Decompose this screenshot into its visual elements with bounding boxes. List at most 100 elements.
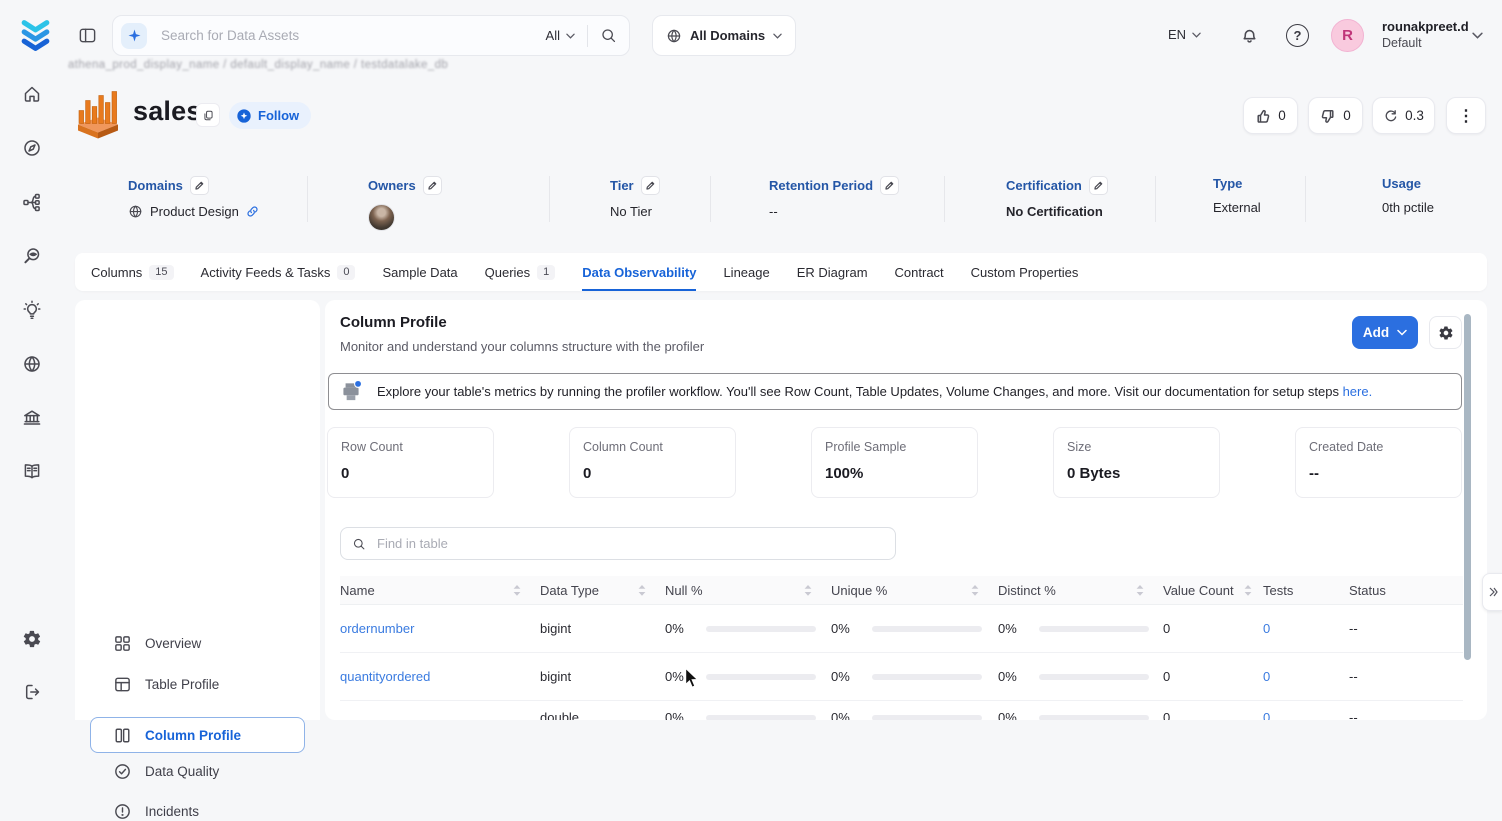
unique-pct-bar [872,715,982,721]
metadata-retention: Retention Period -- [769,176,899,219]
unique-pct: 0% [831,710,850,720]
chevron-down-icon [1192,32,1201,38]
sidebar-toggle-icon[interactable] [78,26,97,45]
divider [1155,176,1156,222]
header-null-pct[interactable]: Null % [660,576,826,604]
tab-sample-data[interactable]: Sample Data [382,253,457,291]
menu-incidents[interactable]: Incidents [113,802,199,821]
page-title: sales [133,96,202,127]
edit-tier-button[interactable] [641,176,660,195]
logout-icon[interactable] [22,682,42,702]
search-input[interactable] [159,27,546,44]
profiler-settings-button[interactable] [1429,316,1462,349]
metadata-owners: Owners [368,176,442,231]
explore-compass-icon[interactable] [22,138,42,158]
tab-data-observability[interactable]: Data Observability [582,253,696,291]
null-pct-bar [706,715,816,721]
insights-lightbulb-icon[interactable] [22,300,42,320]
edit-certification-button[interactable] [1089,176,1108,195]
governance-bank-icon[interactable] [22,408,42,428]
find-in-table-input[interactable] [375,535,884,552]
tab-contract[interactable]: Contract [895,253,944,291]
profiler-side-menu: Overview Table Profile Column Profile Da… [75,300,320,720]
null-pct: 0% [665,669,684,684]
help-icon[interactable]: ? [1286,24,1309,47]
menu-data-quality[interactable]: Data Quality [113,762,219,781]
settings-gear-icon[interactable] [22,629,42,649]
tests-link[interactable]: 0 [1263,621,1270,636]
lineage-network-icon[interactable] [22,192,42,212]
header-name[interactable]: Name [340,576,535,604]
column-name-link[interactable]: quantityordered [340,669,430,684]
menu-overview[interactable]: Overview [113,634,201,653]
follow-button[interactable]: Follow [229,102,311,129]
divider [710,176,711,222]
add-button[interactable]: Add [1352,316,1418,349]
tab-lineage[interactable]: Lineage [723,253,769,291]
link-icon[interactable] [246,205,259,218]
version-button[interactable]: 0.3 [1372,97,1435,134]
user-avatar[interactable]: R [1331,19,1364,52]
certification-value: No Certification [1006,204,1103,219]
search-scope-dropdown[interactable]: All [546,28,575,43]
menu-table-profile[interactable]: Table Profile [113,675,219,694]
edit-owners-button[interactable] [423,176,442,195]
breadcrumb[interactable]: athena_prod_display_name / default_displ… [68,59,448,71]
scrollbar-thumb[interactable] [1464,314,1471,660]
observability-search-icon[interactable] [22,246,42,266]
sort-icon[interactable] [513,585,521,596]
ai-sparkle-icon[interactable] [121,23,147,49]
sort-icon[interactable] [638,585,646,596]
glossary-book-icon[interactable] [22,461,42,481]
header-status: Status [1344,576,1463,604]
entity-tabs: Columns15 Activity Feeds & Tasks0 Sample… [75,253,1487,291]
domain-value[interactable]: Product Design [150,204,239,219]
search-icon[interactable] [600,27,617,44]
sort-icon[interactable] [971,585,979,596]
find-in-table[interactable] [340,527,896,560]
tests-link[interactable]: 0 [1263,669,1270,684]
tab-custom-properties[interactable]: Custom Properties [971,253,1079,291]
distinct-pct: 0% [998,710,1017,720]
edit-domains-button[interactable] [190,176,209,195]
sort-icon[interactable] [1244,585,1252,596]
menu-column-profile[interactable]: Column Profile [90,717,305,753]
domains-globe-icon[interactable] [22,354,42,374]
language-dropdown[interactable]: EN [1168,27,1201,42]
app-logo[interactable] [17,15,54,53]
header-unique-pct[interactable]: Unique % [826,576,993,604]
retention-label: Retention Period [769,178,873,193]
sort-icon[interactable] [1136,585,1144,596]
table-row: double 0% 0% 0% 0 0 -- [340,701,1463,720]
column-name-link[interactable]: ordernumber [340,621,414,636]
more-actions-button[interactable]: ⋮ [1446,97,1486,134]
side-panel-handle[interactable] [1482,573,1502,611]
global-search[interactable]: All [112,15,630,56]
language-label: EN [1168,27,1186,42]
header-data-type[interactable]: Data Type [535,576,660,604]
tab-activity-feeds[interactable]: Activity Feeds & Tasks0 [201,253,356,291]
overview-grid-icon [113,634,132,653]
upvote-button[interactable]: 0 [1243,97,1298,134]
header-distinct-pct[interactable]: Distinct % [993,576,1158,604]
downvote-button[interactable]: 0 [1308,97,1363,134]
status-value: -- [1344,621,1463,636]
home-icon[interactable] [22,84,42,104]
value-count: 0 [1158,710,1258,720]
edit-retention-button[interactable] [880,176,899,195]
expand-icon [1488,587,1498,597]
table-header-row: Name Data Type Null % Unique % Distinct … [340,576,1463,605]
copy-name-button[interactable] [196,103,220,127]
sort-icon[interactable] [804,585,812,596]
tab-er-diagram[interactable]: ER Diagram [797,253,868,291]
all-domains-dropdown[interactable]: All Domains [652,15,796,56]
notifications-bell-icon[interactable] [1239,24,1260,46]
user-menu-chevron-icon[interactable] [1472,32,1483,39]
tab-queries[interactable]: Queries1 [485,253,556,291]
chevron-down-icon [773,33,782,39]
owner-avatar[interactable] [368,204,395,231]
tab-columns[interactable]: Columns15 [91,253,174,291]
tests-link[interactable]: 0 [1263,710,1270,720]
banner-here-link[interactable]: here. [1343,384,1373,399]
header-value-count[interactable]: Value Count [1158,576,1258,604]
